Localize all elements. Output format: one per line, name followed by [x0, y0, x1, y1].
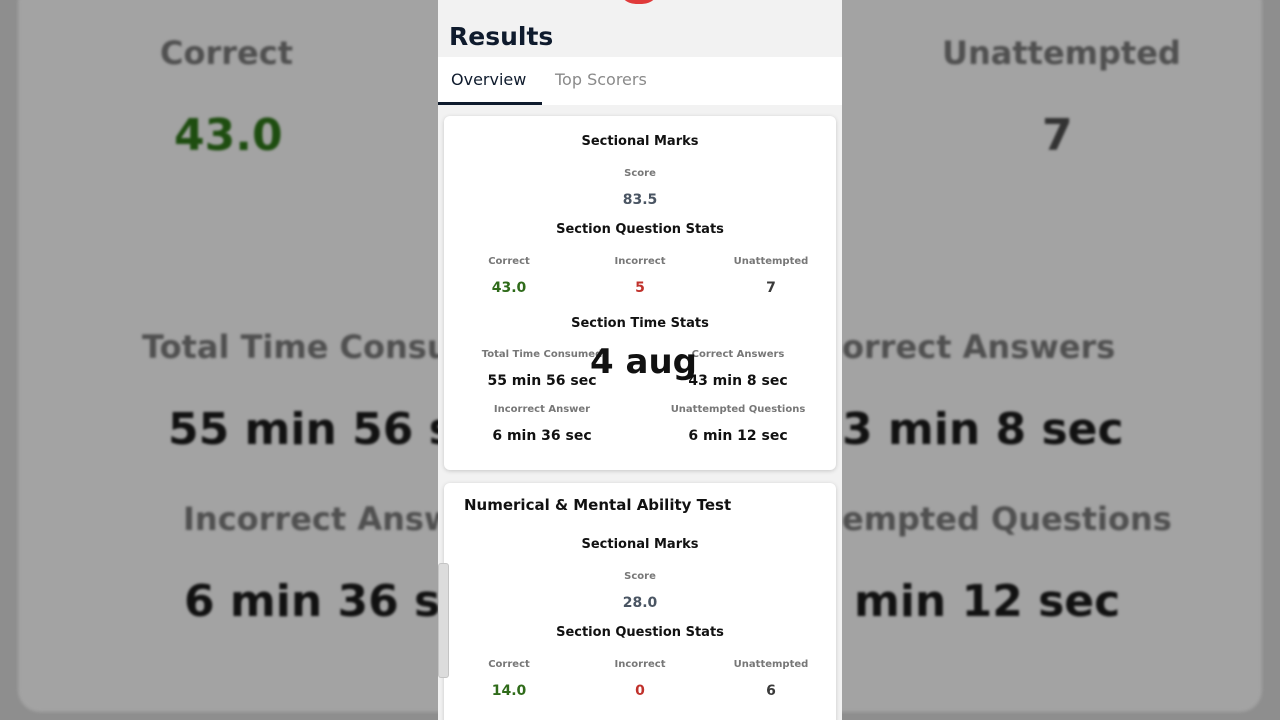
score-label: Score: [624, 168, 656, 179]
bg-correct-value: 43.0: [174, 110, 283, 161]
correct-label: Correct: [488, 256, 530, 267]
bg-correct-answers-label: orrect Answers: [842, 328, 1116, 366]
bg-unattempted-q-label: empted Questions: [842, 500, 1172, 538]
incorrect-answer-time-value: 6 min 36 sec: [492, 428, 592, 444]
bg-correct-label: Correct: [160, 34, 293, 72]
bg-total-time-label: Total Time Consu: [142, 328, 450, 366]
unattempted-questions-time-value: 6 min 12 sec: [688, 428, 788, 444]
brand-logo-icon: [618, 0, 660, 4]
unattempted-questions-time-label: Unattempted Questions: [670, 404, 806, 415]
unattempted-value: 7: [766, 280, 776, 296]
active-tab-indicator: [438, 102, 542, 105]
question-stats-heading: Section Question Stats: [556, 222, 724, 237]
correct-label: Correct: [488, 659, 530, 670]
score-value: 28.0: [622, 595, 658, 611]
time-stats-heading: Section Time Stats: [571, 316, 709, 331]
header-bar: Results: [438, 8, 842, 56]
question-stats-heading: Section Question Stats: [556, 625, 724, 640]
unattempted-label: Unattempted: [733, 256, 809, 267]
date-overlay-text: 4 aug: [590, 342, 697, 382]
bg-incorrect-answer-value: 6 min 36 se: [184, 576, 471, 627]
incorrect-label: Incorrect: [614, 256, 666, 267]
section-name: Numerical & Mental Ability Test: [464, 496, 732, 514]
score-value: 83.5: [622, 192, 658, 208]
unattempted-label: Unattempted: [733, 659, 809, 670]
score-label: Score: [624, 571, 656, 582]
section-card: Sectional Marks Score 83.5 Section Quest…: [444, 116, 836, 470]
scroll-handle[interactable]: [438, 563, 449, 678]
page-title: Results: [449, 22, 554, 51]
incorrect-answer-time-label: Incorrect Answer: [493, 404, 591, 415]
tab-overview[interactable]: Overview: [451, 70, 526, 89]
unattempted-value: 6: [766, 683, 776, 699]
section-card: Numerical & Mental Ability Test Sectiona…: [444, 483, 836, 720]
bg-correct-answers-value: 3 min 8 sec: [842, 404, 1124, 455]
tab-top-scorers[interactable]: Top Scorers: [555, 70, 647, 89]
tab-bar: Overview Top Scorers: [438, 57, 842, 105]
correct-value: 14.0: [491, 683, 527, 699]
correct-value: 43.0: [491, 280, 527, 296]
bg-unattempted-q-value: min 12 sec: [854, 576, 1121, 627]
sectional-marks-heading: Sectional Marks: [581, 537, 699, 552]
bg-incorrect-answer-label: Incorrect Answ: [183, 500, 454, 538]
incorrect-label: Incorrect: [614, 659, 666, 670]
bg-unattempted-value: 7: [1042, 110, 1073, 161]
incorrect-value: 5: [635, 280, 645, 296]
incorrect-value: 0: [635, 683, 645, 699]
bg-unattempted-label: Unattempted: [942, 34, 1181, 72]
sectional-marks-heading: Sectional Marks: [581, 134, 699, 149]
